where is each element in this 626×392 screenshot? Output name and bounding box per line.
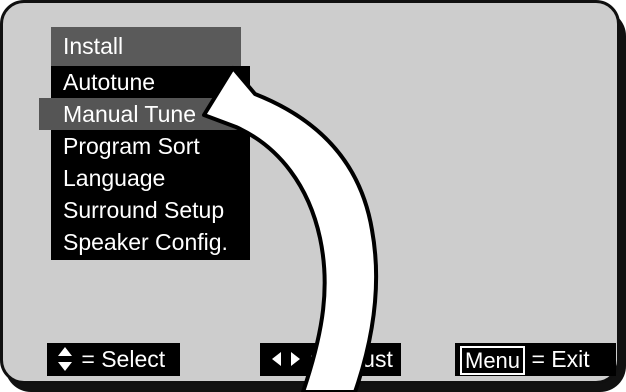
left-right-arrows-icon [268, 343, 304, 385]
menu-item-manual-tune[interactable]: Manual Tune [39, 98, 250, 130]
menu-item-autotune[interactable]: Autotune [51, 66, 155, 98]
select-hint: = Select [47, 343, 180, 376]
menu-key[interactable]: Menu [460, 346, 526, 375]
menu-item-surround-setup[interactable]: Surround Setup [51, 194, 224, 226]
up-down-arrows-icon [55, 343, 75, 385]
exit-hint-text: = Exit [531, 346, 590, 372]
exit-hint: Menu = Exit [455, 343, 616, 376]
osd-screen: Install Autotune Manual Tune Program Sor… [0, 0, 620, 384]
menu-item-speaker-config[interactable]: Speaker Config. [51, 226, 228, 258]
install-menu: Autotune Manual Tune Program Sort Langua… [39, 66, 250, 260]
select-hint-text: = Select [81, 346, 166, 372]
adjust-hint-text: = Adjust [310, 346, 393, 372]
menu-item-language[interactable]: Language [51, 162, 165, 194]
adjust-hint: = Adjust [260, 343, 401, 376]
tv-menu-screen: Install Autotune Manual Tune Program Sor… [0, 0, 626, 392]
menu-title: Install [51, 27, 241, 66]
menu-item-program-sort[interactable]: Program Sort [51, 130, 200, 162]
